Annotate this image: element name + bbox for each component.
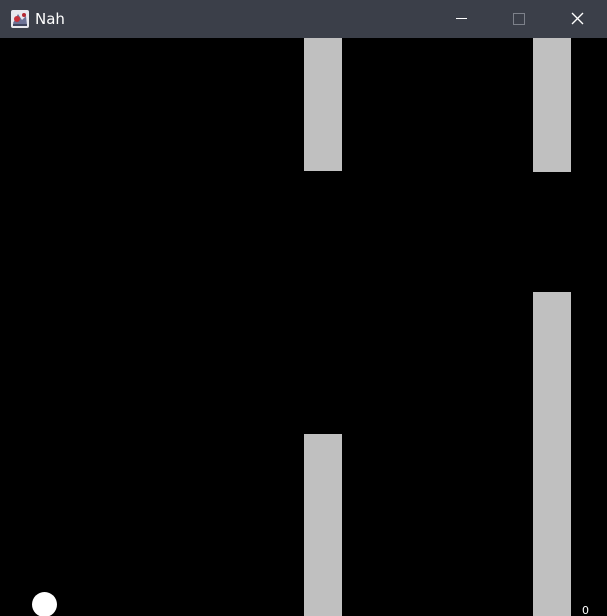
close-icon bbox=[571, 12, 584, 25]
game-window: Nah 0 bbox=[0, 0, 607, 616]
score-counter: 0 bbox=[582, 604, 589, 616]
pipe-top bbox=[304, 38, 342, 171]
window-title: Nah bbox=[35, 10, 65, 28]
pipe-top bbox=[533, 38, 571, 172]
maximize-icon bbox=[513, 13, 525, 25]
pipe-bottom bbox=[533, 292, 571, 616]
app-icon bbox=[10, 9, 30, 29]
player-ball bbox=[32, 592, 57, 616]
game-canvas[interactable]: 0 bbox=[0, 38, 607, 616]
maximize-button[interactable] bbox=[496, 0, 542, 38]
minimize-icon bbox=[456, 18, 467, 19]
close-button[interactable] bbox=[554, 0, 600, 38]
title-bar[interactable]: Nah bbox=[0, 0, 607, 38]
pipe-bottom bbox=[304, 434, 342, 616]
minimize-button[interactable] bbox=[438, 0, 484, 38]
